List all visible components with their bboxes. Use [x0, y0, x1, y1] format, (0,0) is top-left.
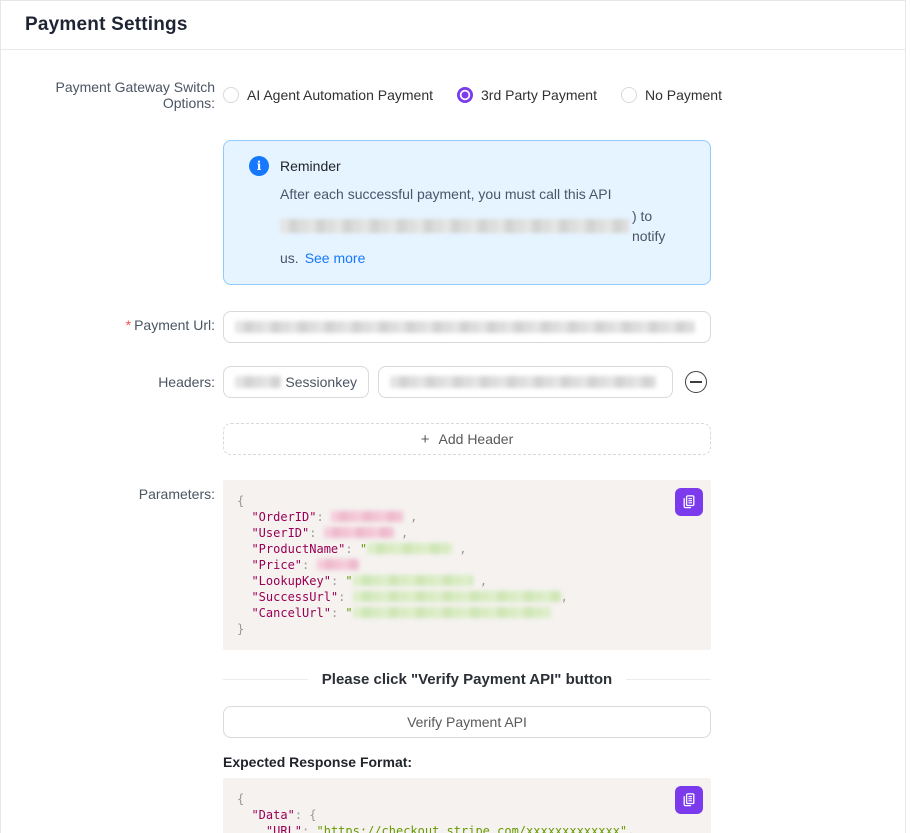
- redacted-num-value: [317, 559, 359, 570]
- code-line: {: [237, 791, 697, 807]
- payment-gateway-radio-group: AI Agent Automation Payment 3rd Party Pay…: [223, 87, 746, 103]
- see-more-link[interactable]: See more: [305, 248, 366, 268]
- expected-response-container: { "Data": { "URL": "https://checkout.str…: [223, 778, 711, 833]
- info-icon: i: [249, 156, 269, 176]
- divider-line-left: [223, 679, 308, 680]
- code-line: "Data": {: [237, 807, 697, 823]
- code-line: "Price":: [237, 557, 697, 573]
- code-line: "ProductName": " ,: [237, 541, 697, 557]
- code-line: "CancelUrl": ": [237, 605, 697, 621]
- code-line: }: [237, 621, 697, 637]
- radio-selected-icon[interactable]: [457, 87, 473, 103]
- radio-option-0[interactable]: AI Agent Automation Payment: [223, 87, 433, 103]
- radio-option-2[interactable]: No Payment: [621, 87, 722, 103]
- payment-url-input[interactable]: [223, 311, 711, 343]
- radio-option-label[interactable]: No Payment: [645, 87, 722, 103]
- reminder-line-3: us. See more: [280, 248, 686, 268]
- gateway-switch-row: Payment Gateway Switch Options: AI Agent…: [1, 79, 905, 111]
- verify-divider: Please click "Verify Payment API" button: [223, 671, 711, 688]
- divider-text: Please click "Verify Payment API" button: [322, 671, 612, 688]
- reminder-body: After each successful payment, you must …: [280, 184, 686, 268]
- redacted-payment-url: [235, 321, 695, 333]
- copy-icon: [681, 494, 697, 510]
- redacted-str-value: [353, 575, 473, 586]
- radio-unselected-icon[interactable]: [621, 87, 637, 103]
- redacted-str-value: [353, 591, 561, 602]
- code-line: "URL": "https://checkout.stripe.com/xxxx…: [237, 823, 697, 833]
- required-asterisk: *: [126, 317, 131, 333]
- verify-payment-api-button[interactable]: Verify Payment API: [223, 706, 711, 738]
- copy-response-button[interactable]: [675, 786, 703, 814]
- redacted-api-url: [280, 219, 629, 233]
- gateway-switch-label: Payment Gateway Switch Options:: [1, 79, 215, 111]
- headers-row: Headers: Sessionkey: [1, 366, 905, 398]
- copy-icon: [681, 792, 697, 808]
- redacted-header-key: [235, 376, 281, 388]
- redacted-header-value: [390, 376, 656, 388]
- headers-label: Headers:: [1, 374, 215, 390]
- reminder-line-3-text: us.: [280, 248, 299, 268]
- parameters-row: Parameters: { "OrderID": , "UserID": , "…: [1, 480, 905, 650]
- card-body: Payment Gateway Switch Options: AI Agent…: [1, 79, 905, 833]
- header-key-input[interactable]: Sessionkey: [223, 366, 369, 398]
- redacted-num-value: [331, 511, 403, 522]
- expected-response-heading: Expected Response Format:: [223, 754, 905, 770]
- radio-option-1[interactable]: 3rd Party Payment: [457, 87, 597, 103]
- radio-option-label[interactable]: AI Agent Automation Payment: [247, 87, 433, 103]
- code-line: "LookupKey": " ,: [237, 573, 697, 589]
- redacted-num-value: [324, 527, 394, 538]
- page-title: Payment Settings: [25, 14, 188, 36]
- add-header-button[interactable]: + Add Header: [223, 423, 711, 455]
- code-line: "UserID": ,: [237, 525, 697, 541]
- parameters-code-block: { "OrderID": , "UserID": , "ProductName"…: [223, 480, 711, 650]
- redacted-str-value: [367, 543, 452, 554]
- header-key-text: Sessionkey: [285, 374, 357, 390]
- redacted-str-value: [353, 607, 551, 618]
- reminder-line-2-text: ) to notify: [632, 206, 686, 246]
- copy-parameters-button[interactable]: [675, 488, 703, 516]
- remove-header-button[interactable]: [685, 371, 707, 393]
- code-line: {: [237, 493, 697, 509]
- reminder-line-1: After each successful payment, you must …: [280, 184, 686, 204]
- add-header-label: Add Header: [439, 431, 514, 447]
- payment-url-label: *Payment Url:: [1, 311, 215, 333]
- radio-unselected-icon[interactable]: [223, 87, 239, 103]
- code-line: "OrderID": ,: [237, 509, 697, 525]
- card-header: Payment Settings: [1, 1, 905, 50]
- payment-url-row: *Payment Url:: [1, 311, 905, 343]
- divider-line-right: [626, 679, 711, 680]
- radio-option-label[interactable]: 3rd Party Payment: [481, 87, 597, 103]
- payment-settings-card: Payment Settings Payment Gateway Switch …: [0, 0, 906, 833]
- parameters-label: Parameters:: [1, 480, 215, 502]
- reminder-title: Reminder: [280, 158, 341, 174]
- code-line: "SuccessUrl": ,: [237, 589, 697, 605]
- header-value-input[interactable]: [378, 366, 673, 398]
- reminder-line-2: ) to notify: [280, 206, 686, 246]
- expected-response-code-block: { "Data": { "URL": "https://checkout.str…: [223, 778, 711, 833]
- reminder-alert: i Reminder After each successful payment…: [223, 140, 711, 285]
- plus-icon: +: [421, 431, 430, 448]
